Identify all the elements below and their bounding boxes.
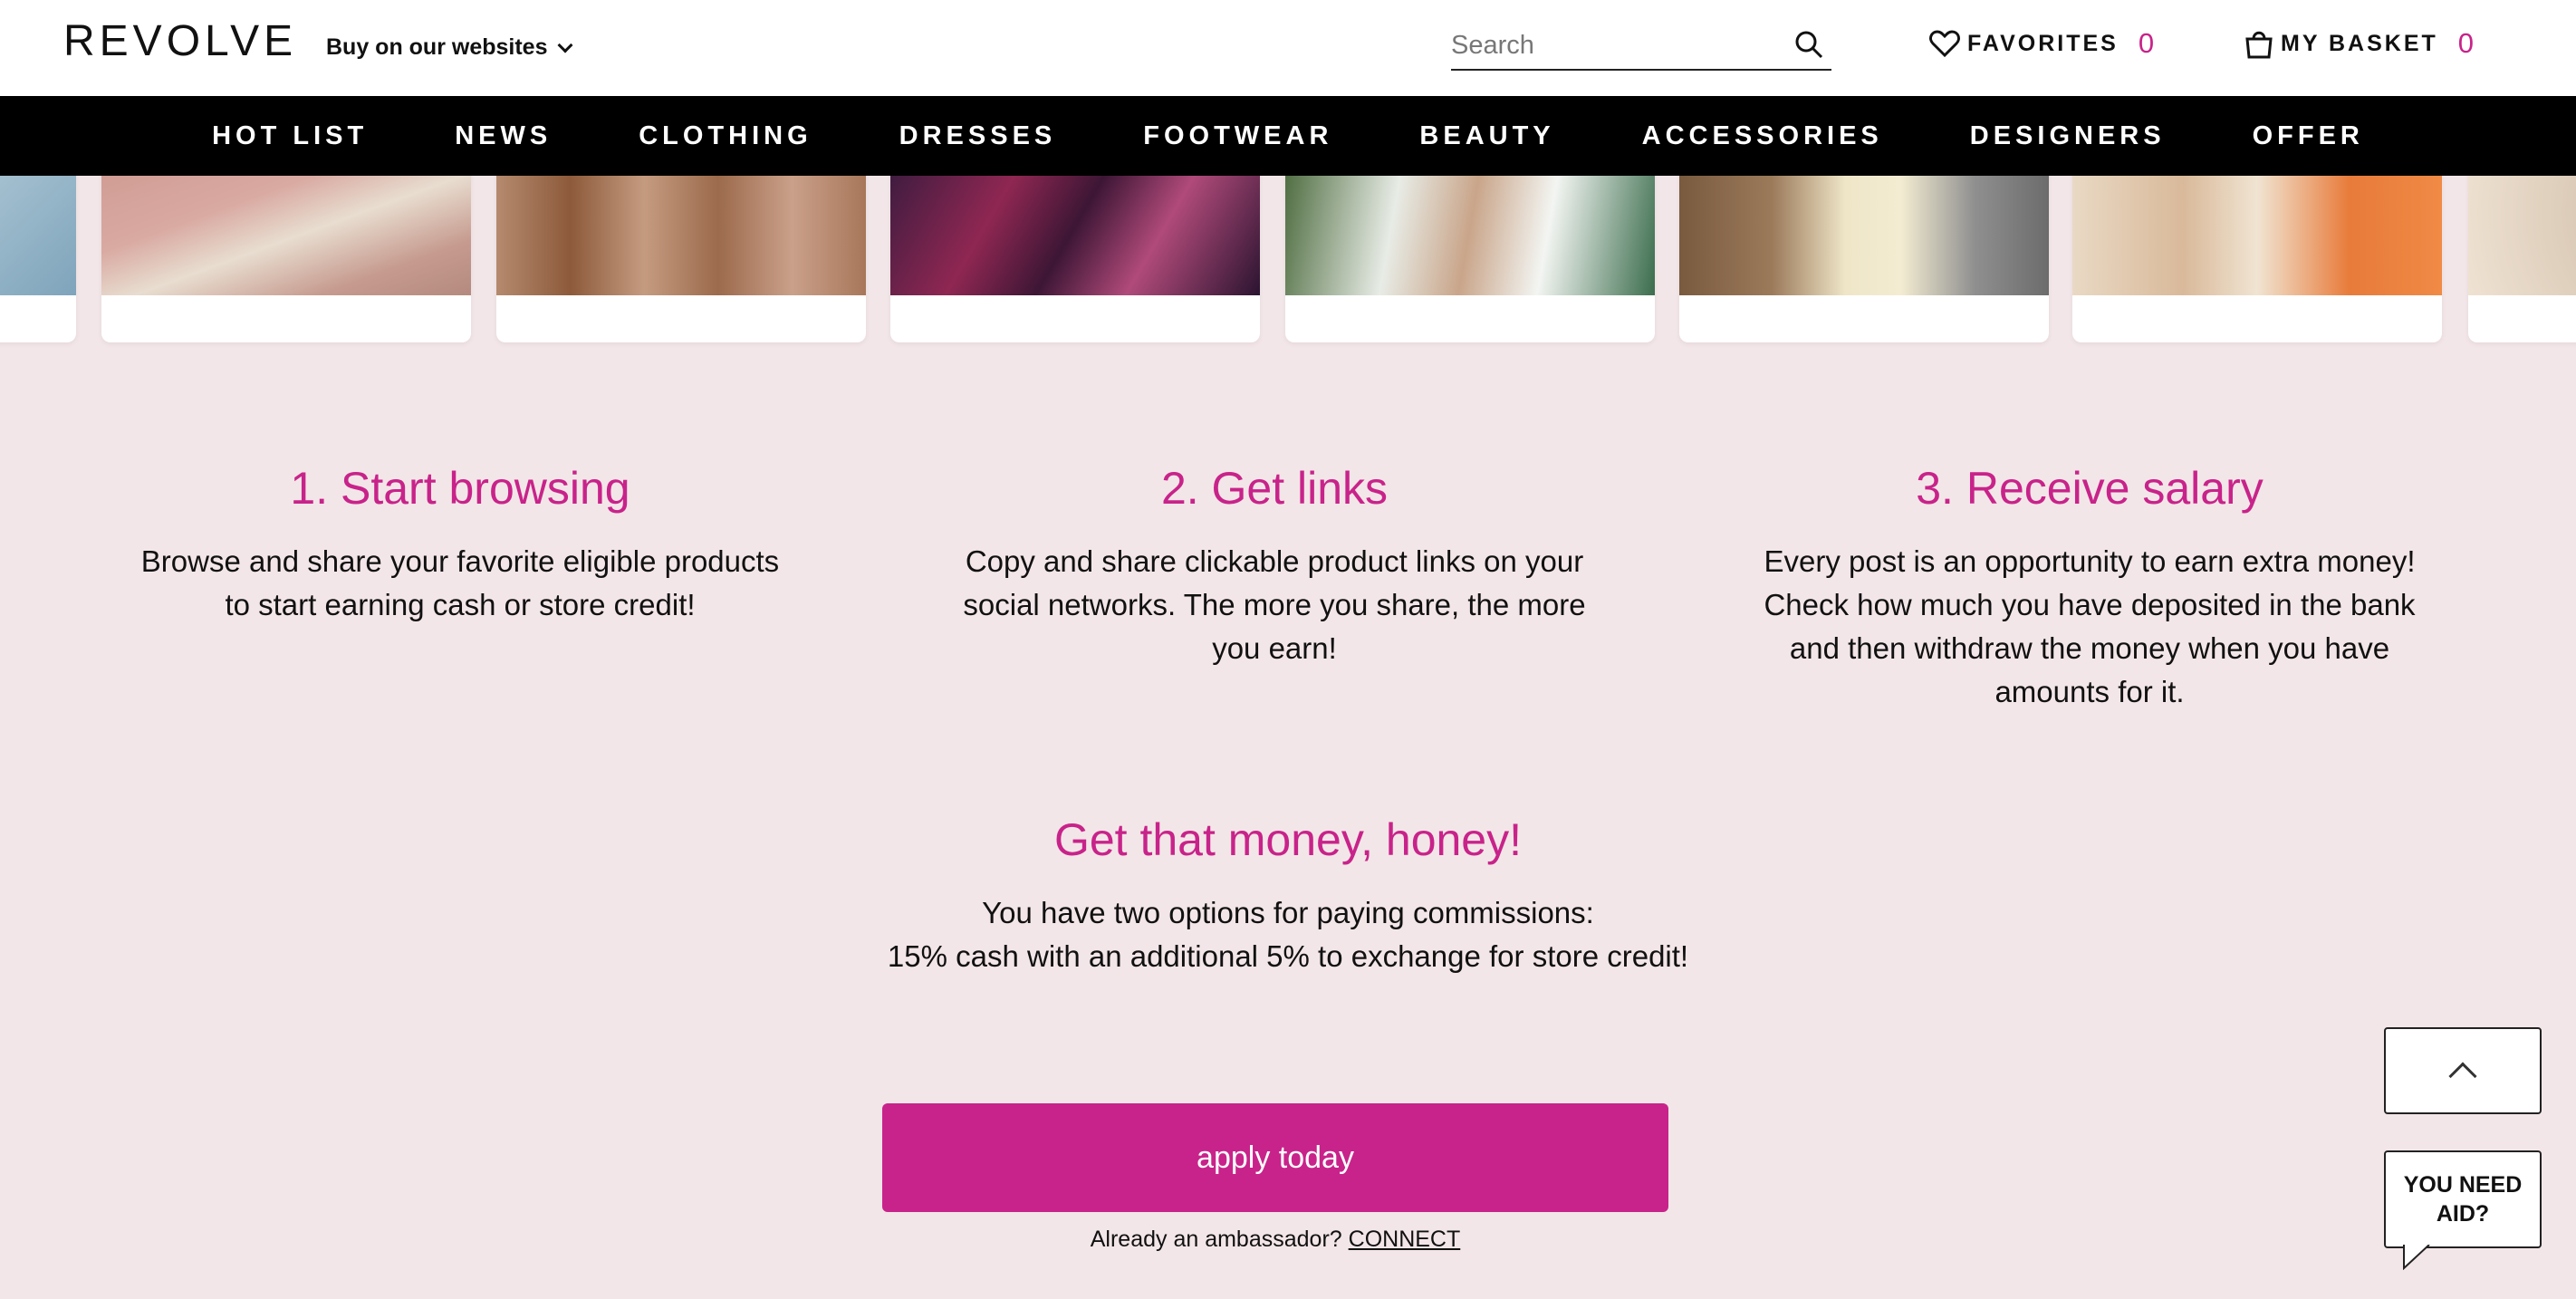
nav-item-accessories[interactable]: ACCESSORIES [1642, 121, 1883, 151]
product-image [2072, 176, 2442, 295]
nav-item-dresses[interactable]: DRESSES [899, 121, 1057, 151]
product-card[interactable] [1285, 176, 1655, 342]
product-card[interactable] [0, 176, 76, 342]
commission-title: Get that money, honey! [1053, 814, 1523, 865]
chevron-up-icon [2448, 1062, 2477, 1091]
apply-today-button[interactable]: apply today [882, 1103, 1668, 1212]
ambassador-prompt: Already an ambassador? CONNECT [882, 1227, 1668, 1253]
nav-item-beauty[interactable]: BEAUTY [1419, 121, 1554, 151]
product-card[interactable] [1679, 176, 2049, 342]
revolve-logo[interactable]: REVOLVE [63, 16, 297, 66]
step-title: 1. Start browsing [290, 463, 630, 514]
product-card[interactable] [2072, 176, 2442, 342]
nav-item-footwear[interactable]: FOOTWEAR [1143, 121, 1332, 151]
search-icon[interactable] [1793, 29, 1824, 60]
product-card[interactable] [2468, 176, 2576, 342]
help-chat-button[interactable]: YOU NEED AID? [2384, 1150, 2542, 1270]
product-image [2468, 176, 2576, 295]
chevron-down-icon [557, 37, 573, 53]
favorites-label: FAVORITES [1967, 30, 2119, 56]
step-title: 3. Receive salary [1916, 463, 2264, 514]
product-image [1285, 176, 1655, 295]
step-start-browsing: 1. Start browsing Browse and share your … [98, 462, 822, 627]
favorites-count: 0 [2138, 27, 2155, 59]
heart-icon [1929, 30, 1960, 57]
shopping-bag-icon [2245, 31, 2273, 59]
nav-item-clothing[interactable]: CLOTHING [639, 121, 812, 151]
nav-item-designers[interactable]: DESIGNERS [1970, 121, 2166, 151]
buy-on-websites-dropdown[interactable]: Buy on our websites [326, 34, 573, 61]
product-image [890, 176, 1260, 295]
nav-item-news[interactable]: NEWS [455, 121, 552, 151]
main-navigation: HOT LIST NEWS CLOTHING DRESSES FOOTWEAR … [0, 96, 2576, 176]
product-image [1679, 176, 2049, 295]
basket-link[interactable]: MY BASKET 0 [2244, 27, 2474, 60]
nav-item-hot-list[interactable]: HOT LIST [212, 121, 368, 151]
product-card[interactable] [496, 176, 866, 342]
step-text: Every post is an opportunity to earn ext… [1764, 544, 2416, 708]
step-receive-salary: 3. Receive salary Every post is an oppor… [1727, 462, 2452, 714]
nav-item-offer[interactable]: OFFER [2253, 121, 2364, 151]
basket-label: MY BASKET [2281, 30, 2438, 56]
step-get-links: 2. Get links Copy and share clickable pr… [912, 462, 1637, 670]
step-text: Browse and share your favorite eligible … [140, 544, 780, 621]
commission-line-2: 15% cash with an additional 5% to exchan… [887, 939, 1689, 973]
ambassador-text: Already an ambassador? [1090, 1227, 1342, 1252]
product-card[interactable] [101, 176, 471, 342]
back-to-top-button[interactable] [2384, 1027, 2542, 1114]
basket-count: 0 [2457, 27, 2475, 59]
aid-label-line-1: YOU NEED [2403, 1172, 2523, 1198]
product-image [0, 176, 76, 295]
aid-label-line-2: AID? [2436, 1201, 2490, 1227]
speech-bubble-tail-icon [2403, 1245, 2430, 1270]
commission-line-1: You have two options for paying commissi… [982, 896, 1594, 929]
buy-sites-label: Buy on our websites [326, 34, 548, 60]
connect-link[interactable]: CONNECT [1349, 1227, 1461, 1252]
product-card[interactable] [890, 176, 1260, 342]
commission-section: Get that money, honey! You have two opti… [745, 813, 1831, 978]
search-box [1451, 25, 1831, 71]
top-header: REVOLVE Buy on our websites FAVORITES 0 … [0, 0, 2576, 96]
favorites-link[interactable]: FAVORITES 0 [1929, 27, 2154, 60]
product-image [101, 176, 471, 295]
product-image [496, 176, 866, 295]
product-carousel [0, 176, 2576, 348]
step-title: 2. Get links [1160, 463, 1389, 514]
search-input[interactable] [1451, 25, 1777, 65]
step-text: Copy and share clickable product links o… [963, 544, 1586, 665]
